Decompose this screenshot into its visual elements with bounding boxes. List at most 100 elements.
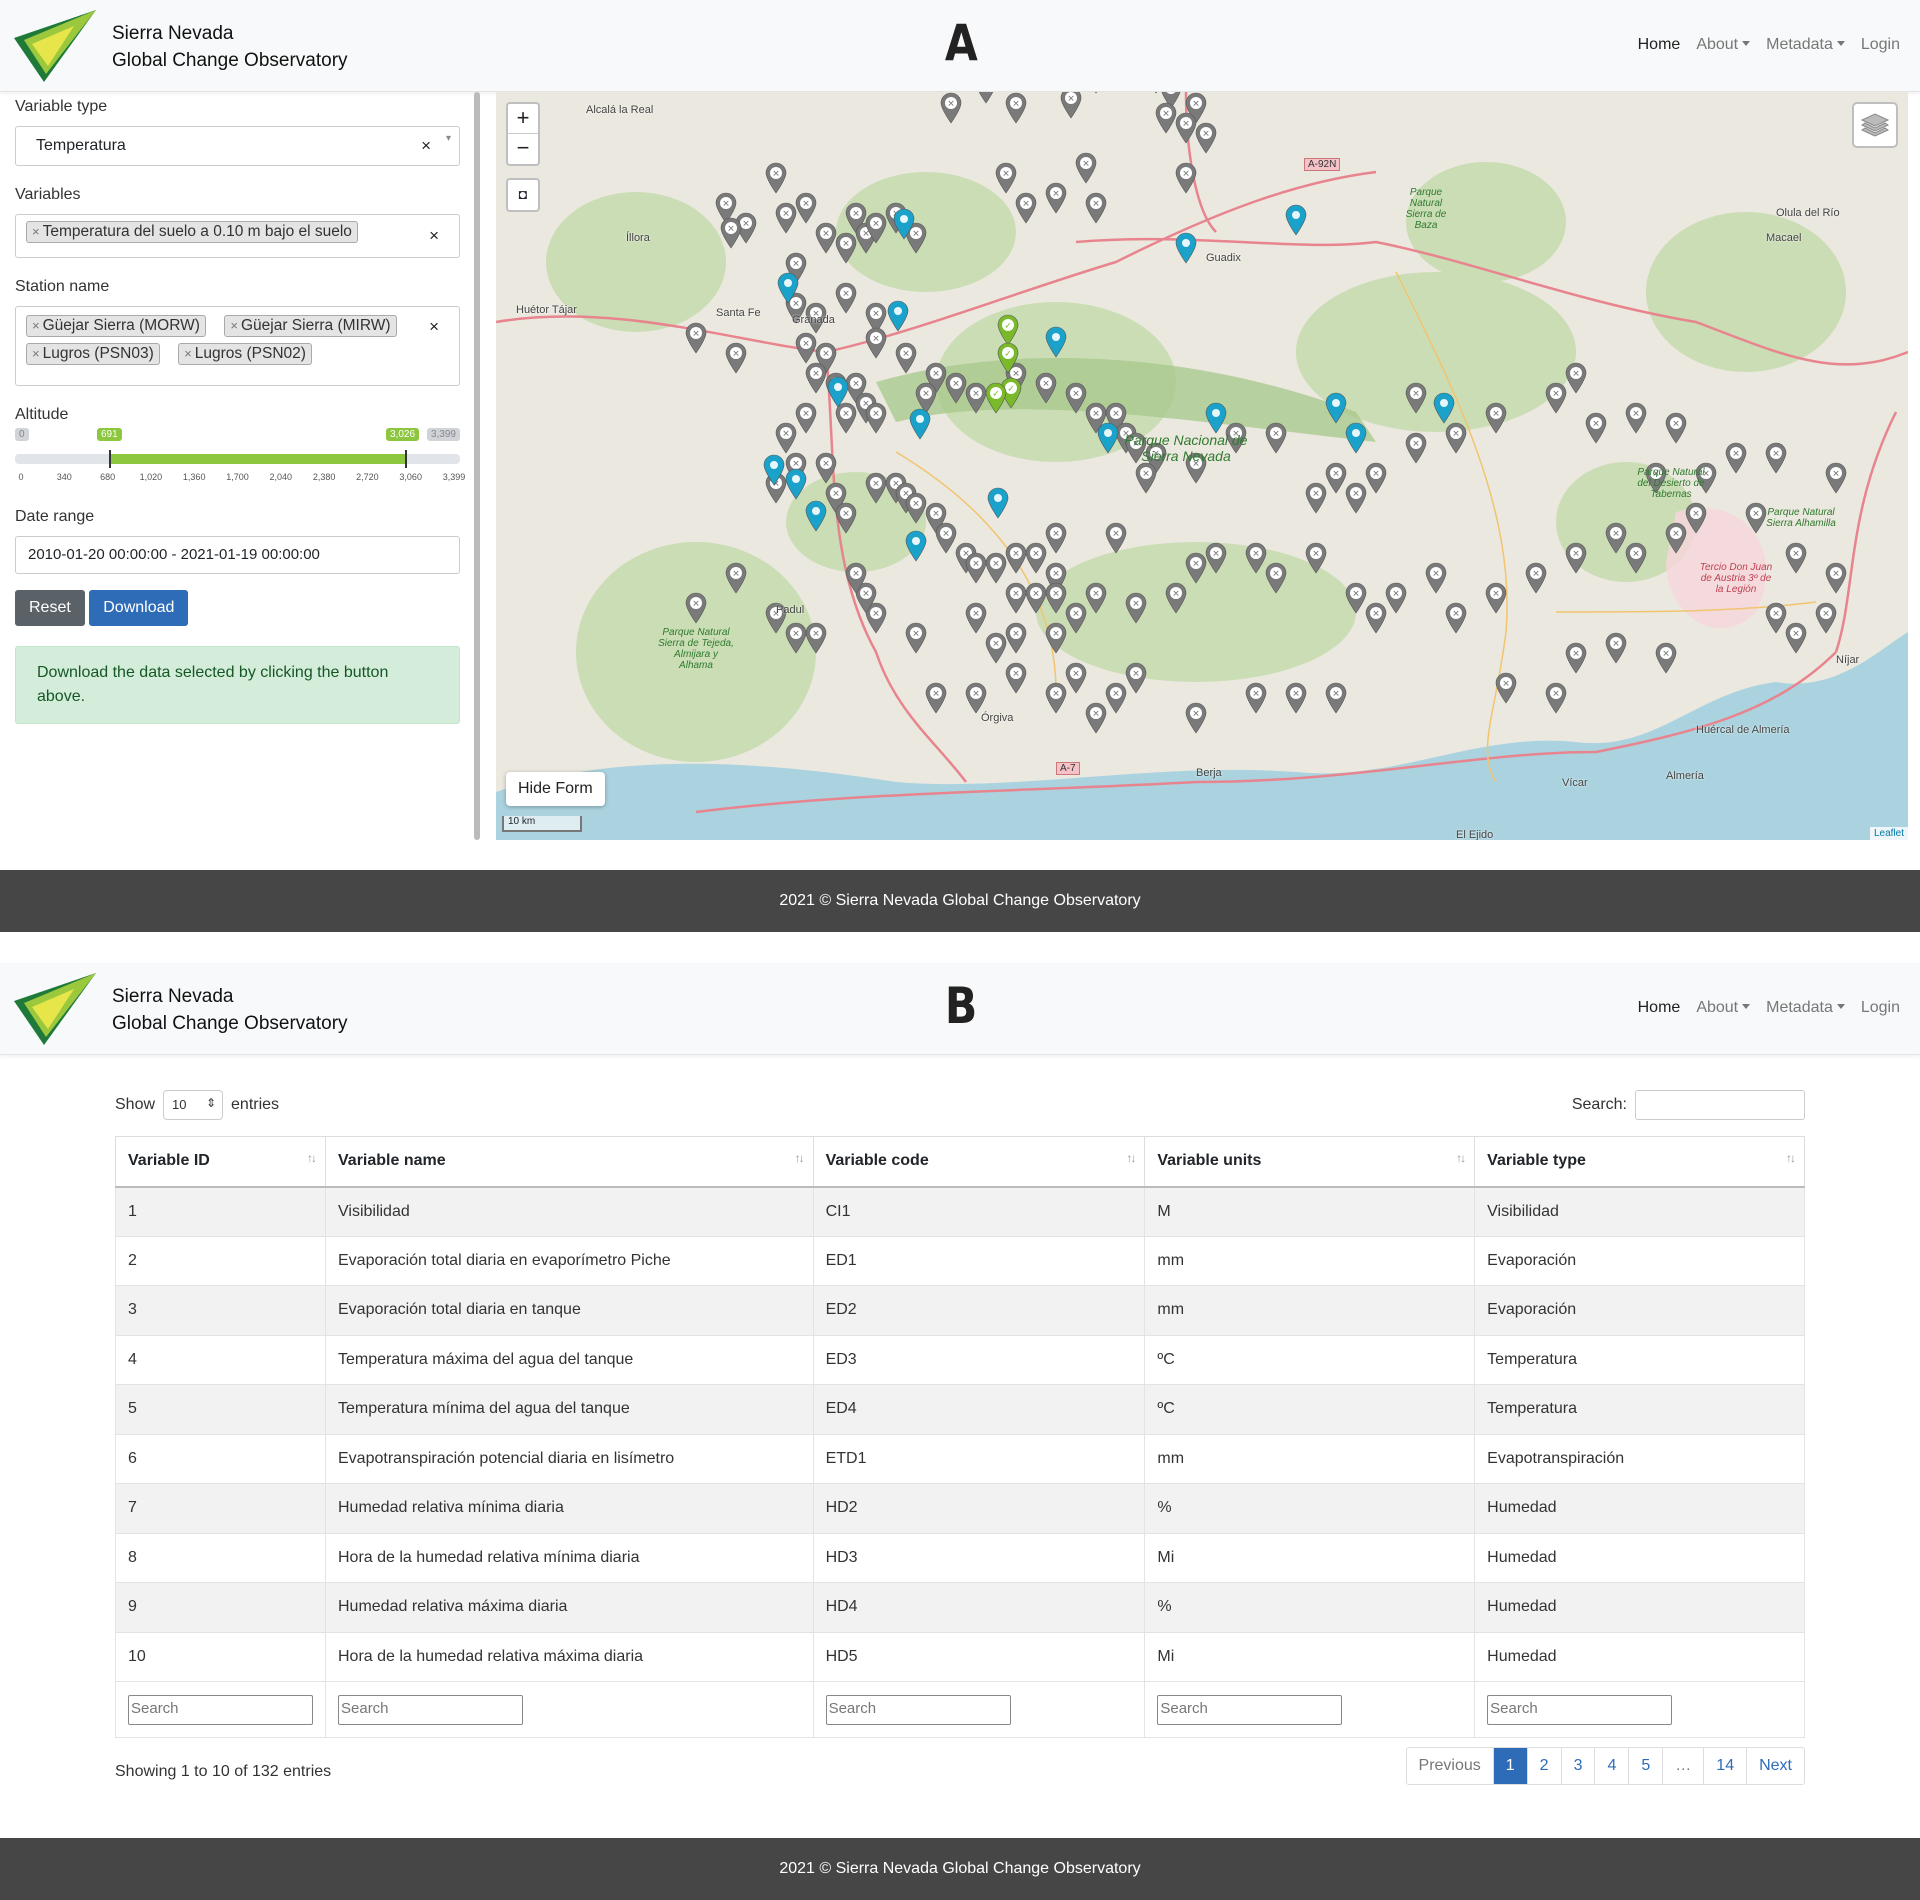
map-marker-icon[interactable] bbox=[1205, 402, 1227, 434]
remove-tag-icon[interactable]: × bbox=[32, 318, 40, 333]
map-marker-icon[interactable]: ✕ bbox=[1605, 522, 1627, 554]
next-page-button[interactable]: Next bbox=[1746, 1748, 1804, 1784]
map-marker-icon[interactable] bbox=[1175, 232, 1197, 264]
map-marker-icon[interactable]: ✕ bbox=[1345, 582, 1367, 614]
map-marker-icon[interactable]: ✕ bbox=[1245, 542, 1267, 574]
map-marker-icon[interactable]: ✕ bbox=[1085, 92, 1107, 94]
page-length-select[interactable]: 10 bbox=[163, 1090, 224, 1120]
map-marker-icon[interactable]: ✕ bbox=[1085, 582, 1107, 614]
map-marker-icon[interactable]: ✕ bbox=[975, 92, 997, 104]
map-marker-icon[interactable]: ✕ bbox=[1565, 542, 1587, 574]
nav-metadata[interactable]: Metadata bbox=[1766, 36, 1845, 54]
slider-handle-high[interactable] bbox=[405, 450, 407, 468]
map-marker-icon[interactable] bbox=[785, 468, 807, 500]
form-scrollbar[interactable] bbox=[474, 92, 480, 840]
map-marker-icon[interactable]: ✕ bbox=[925, 682, 947, 714]
map-marker-icon[interactable]: ✕ bbox=[835, 502, 857, 534]
map-marker-icon[interactable]: ✕ bbox=[720, 217, 742, 249]
map-marker-icon[interactable]: ✕ bbox=[795, 332, 817, 364]
map-marker-icon[interactable] bbox=[1433, 392, 1455, 424]
map-marker-icon[interactable]: ✕ bbox=[815, 222, 837, 254]
map-marker-icon[interactable]: ✕ bbox=[1545, 382, 1567, 414]
map-marker-icon[interactable]: ✕ bbox=[805, 622, 827, 654]
map-marker-icon[interactable]: ✕ bbox=[1825, 462, 1847, 494]
map-marker-icon[interactable]: ✕ bbox=[1045, 182, 1067, 214]
column-search-input[interactable]: Search bbox=[128, 1694, 313, 1725]
remove-tag-icon[interactable]: × bbox=[230, 318, 238, 333]
station-tag[interactable]: × Lugros (PSN03) bbox=[26, 343, 160, 365]
map-marker-icon[interactable]: ✕ bbox=[1060, 92, 1082, 119]
page-button[interactable]: 2 bbox=[1526, 1748, 1561, 1784]
search-input[interactable] bbox=[1635, 1090, 1805, 1120]
map-marker-icon[interactable]: ✕ bbox=[1005, 542, 1027, 574]
remove-tag-icon[interactable]: × bbox=[32, 224, 40, 239]
column-header[interactable]: Variable units ↑↓ bbox=[1144, 1136, 1476, 1188]
map-marker-icon[interactable]: ✕ bbox=[1525, 562, 1547, 594]
map-marker-icon[interactable]: ✕ bbox=[1665, 412, 1687, 444]
map-marker-icon[interactable]: ✕ bbox=[1365, 462, 1387, 494]
map-marker-icon[interactable]: ✕ bbox=[1265, 422, 1287, 454]
map-marker-icon[interactable]: ✕ bbox=[1345, 482, 1367, 514]
download-button[interactable]: Download bbox=[89, 590, 189, 626]
brand-name[interactable]: Sierra Nevada Global Change Observatory bbox=[112, 20, 348, 74]
map-marker-icon[interactable] bbox=[827, 376, 849, 408]
previous-page-button[interactable]: Previous bbox=[1407, 1748, 1493, 1784]
leaflet-attribution[interactable]: Leaflet bbox=[1869, 827, 1908, 840]
map-marker-icon[interactable]: ✕ bbox=[1825, 562, 1847, 594]
variables-multiselect[interactable]: × Temperatura del suelo a 0.10 m bajo el … bbox=[15, 214, 460, 258]
nav-about[interactable]: About bbox=[1696, 999, 1750, 1017]
table-row[interactable]: 1 Visibilidad CI1 M Visibilidad bbox=[115, 1186, 1805, 1237]
table-row[interactable]: 7 Humedad relativa mínima diaria HD2% Humed… bbox=[115, 1483, 1805, 1534]
map-marker-icon[interactable] bbox=[905, 530, 927, 562]
map-marker-icon[interactable]: ✕ bbox=[1165, 582, 1187, 614]
map-marker-icon[interactable]: ✕ bbox=[1085, 702, 1107, 734]
map-marker-icon[interactable]: ✕ bbox=[1205, 542, 1227, 574]
nav-home[interactable]: Home bbox=[1638, 999, 1681, 1017]
map-marker-icon[interactable]: ✕ bbox=[1405, 432, 1427, 464]
map-marker-icon[interactable]: ✕ bbox=[1815, 602, 1837, 634]
map-marker-icon[interactable]: ✕ bbox=[725, 342, 747, 374]
station-multiselect[interactable]: × Güejar Sierra (MORW) × Güejar Sierra (MI… bbox=[15, 306, 460, 386]
variable-tag[interactable]: × Temperatura del suelo a 0.10 m bajo el … bbox=[26, 221, 358, 243]
map-marker-icon[interactable]: ✕ bbox=[1155, 102, 1177, 134]
map-marker-icon[interactable]: ✕ bbox=[835, 282, 857, 314]
map-marker-icon[interactable]: ✕ bbox=[1305, 542, 1327, 574]
map-marker-icon[interactable] bbox=[805, 500, 827, 532]
nav-login[interactable]: Login bbox=[1861, 36, 1900, 54]
page-button[interactable]: 14 bbox=[1703, 1748, 1746, 1784]
map-marker-icon[interactable]: ✕ bbox=[1325, 462, 1347, 494]
map-marker-icon[interactable]: ✕ bbox=[805, 362, 827, 394]
map-marker-icon[interactable] bbox=[777, 272, 799, 304]
map-marker-icon[interactable] bbox=[1285, 204, 1307, 236]
map-marker-icon[interactable] bbox=[1045, 326, 1067, 358]
clear-icon[interactable]: × bbox=[429, 317, 439, 337]
map-marker-icon[interactable]: ✕ bbox=[965, 602, 987, 634]
sort-icon[interactable]: ↑↓ bbox=[1126, 1151, 1136, 1165]
map-marker-icon[interactable]: ✕ bbox=[1185, 552, 1207, 584]
station-tag[interactable]: × Güejar Sierra (MIRW) bbox=[224, 315, 397, 337]
map-marker-icon[interactable]: ✕ bbox=[1445, 602, 1467, 634]
station-map[interactable]: ✕ ✕ ✕ ✕ ✕ ✕ ✕ ✕ ✕ ✕ ✕ ✕ ✕ ✕ ✕ ✕ ✕ ✕ ✕ ✕ ✕ ✕ ✕ ✕ ✕ ✕ ✕ ✕ ✕ ✕ ✕ ✕ ✕ ✕ ✕ ✕ ✕ ✕ ✕ ✕… bbox=[496, 92, 1908, 840]
map-marker-icon[interactable]: ✕ bbox=[685, 592, 707, 624]
column-header[interactable]: Variable code ↑↓ bbox=[812, 1136, 1146, 1188]
map-marker-icon[interactable] bbox=[1345, 422, 1367, 454]
map-marker-icon[interactable]: ✕ bbox=[945, 372, 967, 404]
sort-icon[interactable]: ↑↓ bbox=[307, 1151, 317, 1165]
map-marker-icon[interactable]: ✕ bbox=[795, 192, 817, 224]
map-marker-icon[interactable]: ✕ bbox=[1025, 542, 1047, 574]
map-marker-icon[interactable]: ✕ bbox=[815, 452, 837, 484]
nav-login[interactable]: Login bbox=[1861, 999, 1900, 1017]
table-row[interactable]: 10 Hora de la humedad relativa máxima dia… bbox=[115, 1631, 1805, 1682]
map-marker-icon[interactable]: ✕ bbox=[765, 162, 787, 194]
variable-type-select[interactable]: Temperatura × ▾ bbox=[15, 126, 460, 166]
map-marker-icon[interactable]: ✕ bbox=[685, 322, 707, 354]
nav-metadata[interactable]: Metadata bbox=[1766, 999, 1845, 1017]
map-marker-icon[interactable]: ✕ bbox=[1005, 582, 1027, 614]
map-marker-icon[interactable]: ✕ bbox=[1175, 112, 1197, 144]
map-marker-icon[interactable]: ✕ bbox=[1265, 562, 1287, 594]
map-marker-icon[interactable]: ✕ bbox=[965, 382, 987, 414]
map-marker-icon[interactable]: ✕ bbox=[1045, 522, 1067, 554]
clear-icon[interactable]: × bbox=[429, 226, 439, 246]
table-row[interactable]: 5 Temperatura mínima del agua del tanque E… bbox=[115, 1384, 1805, 1435]
map-marker-icon[interactable]: ✕ bbox=[1725, 442, 1747, 474]
